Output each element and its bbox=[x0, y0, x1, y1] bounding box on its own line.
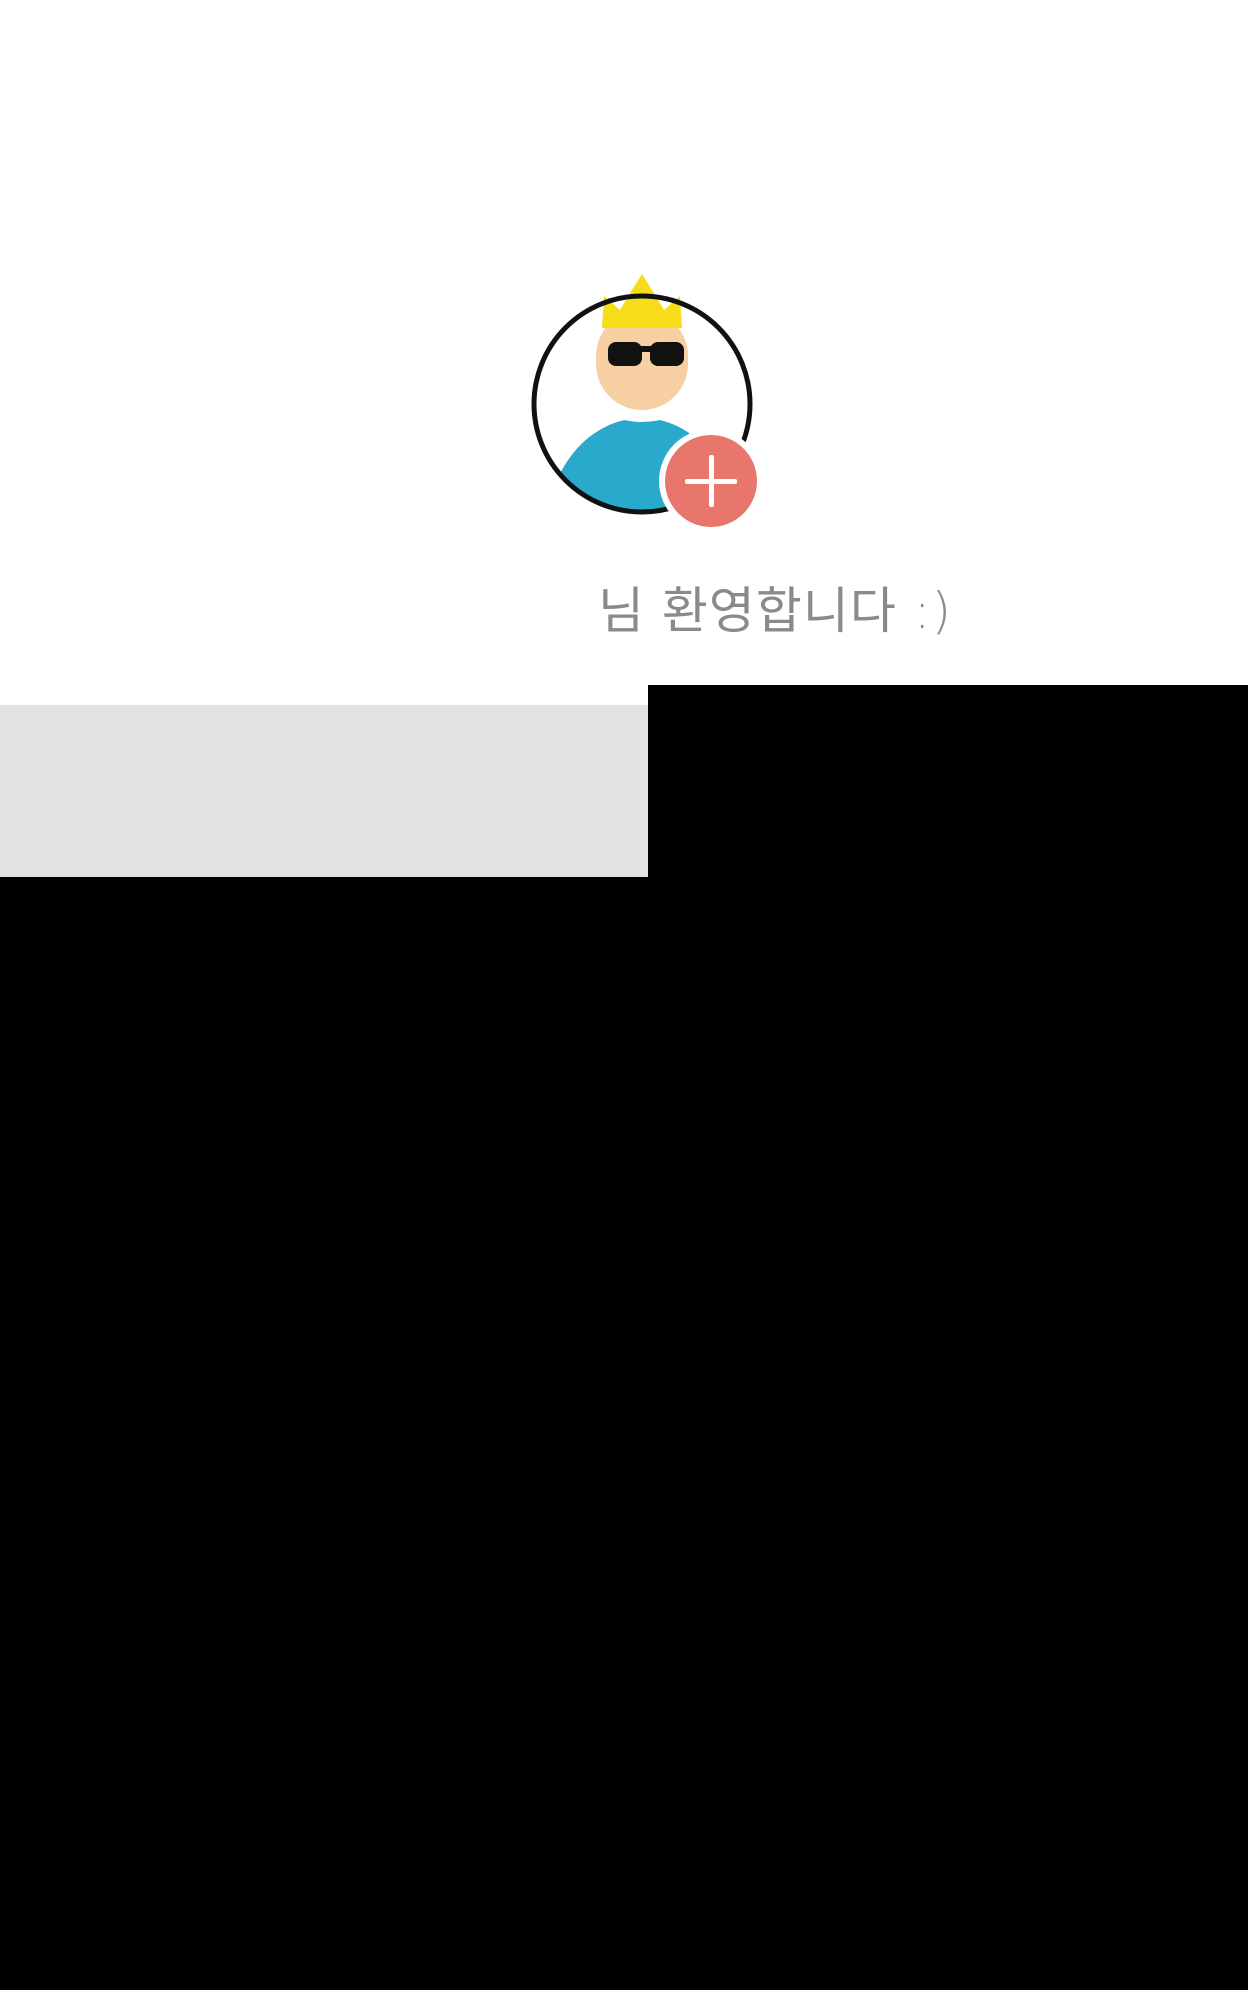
content-area bbox=[0, 877, 1248, 1990]
welcome-message: 님 환영합니다 :) bbox=[450, 572, 990, 642]
profile-header: 님 환영합니다 :) bbox=[0, 0, 1248, 705]
profile-avatar[interactable] bbox=[528, 272, 764, 533]
welcome-text: 님 환영합니다 :) bbox=[598, 582, 953, 640]
plus-icon bbox=[665, 435, 757, 527]
menu-tab-left[interactable] bbox=[0, 705, 648, 877]
page: 님 환영합니다 :) bbox=[0, 0, 1248, 1990]
menu-tab-right[interactable] bbox=[648, 685, 1248, 877]
add-photo-button[interactable] bbox=[659, 429, 763, 533]
